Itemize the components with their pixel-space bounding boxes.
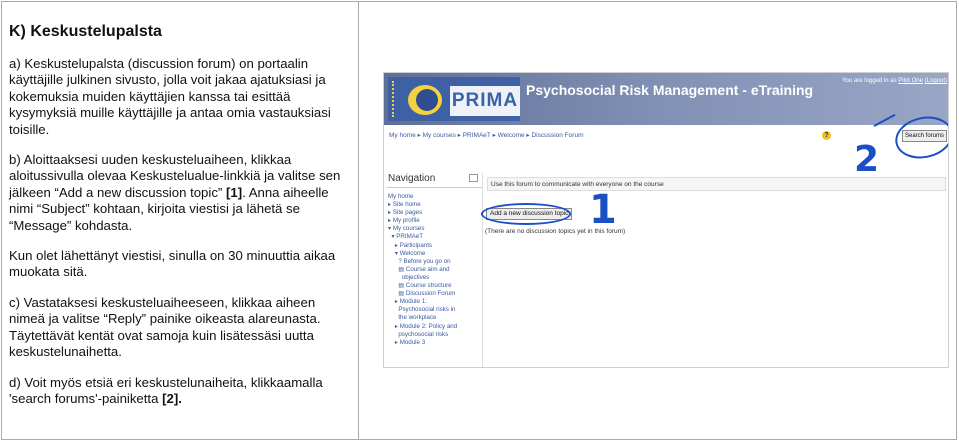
nav-item[interactable]: Psychosocial risks in — [388, 306, 482, 314]
callout-1-number: 1 — [589, 187, 617, 233]
nav-item[interactable]: ▸ My profile — [388, 217, 482, 225]
login-info: You are logged in as Pilot One (Logout) — [842, 78, 947, 84]
paragraph-a: a) Keskustelupalsta (discussion forum) o… — [9, 56, 331, 137]
navigation-tree: My home ▸ Site home ▸ Site pages ▸ My profi… — [388, 193, 482, 347]
nav-item[interactable]: psychosocial risks — [388, 331, 482, 339]
paragraph-b: b) Aloittaaksesi uuden keskusteluaiheen,… — [9, 152, 354, 234]
login-prefix: You are logged in as — [842, 78, 897, 84]
forum-intro: Use this forum to communicate with every… — [487, 177, 946, 191]
nav-item[interactable]: My home — [388, 193, 482, 201]
logout-link[interactable]: (Logout) — [925, 78, 947, 84]
nav-item[interactable]: ▾ Welcome — [388, 250, 482, 258]
eu-stars-icon — [392, 81, 401, 117]
nav-item[interactable]: objectives — [388, 274, 482, 282]
help-icon[interactable]: ? — [822, 131, 831, 140]
nav-item[interactable]: ▸ Site pages — [388, 209, 482, 217]
nav-item[interactable]: ▸ Participants — [388, 242, 482, 250]
paragraph-time: Kun olet lähettänyt viestisi, sinulla on… — [9, 248, 336, 280]
nav-item[interactable]: the workplace — [388, 314, 482, 322]
paragraph-b-ref: [1] — [225, 184, 243, 200]
no-topics-message: (There are no discussion topics yet in t… — [485, 228, 626, 235]
nav-item[interactable]: ▾ PRIMAeT — [388, 233, 482, 241]
navigation-title: Navigation — [388, 173, 436, 184]
block-collapse-icon[interactable] — [469, 174, 478, 182]
paragraph-d-ref: [2]. — [162, 390, 182, 406]
login-user-link[interactable]: Pilot One — [898, 78, 923, 84]
nav-item[interactable]: ▸ Module 1: — [388, 298, 482, 306]
prima-logo: PRIMA — [388, 77, 520, 121]
instructions-column: K) Keskustelupalsta a) Keskustelupalsta … — [9, 22, 354, 421]
navigation-divider — [386, 187, 482, 188]
section-heading: K) Keskustelupalsta — [9, 23, 162, 40]
nav-item[interactable]: ▤ Course structure — [388, 282, 482, 290]
nav-item[interactable]: ▤ Course aim and — [388, 266, 482, 274]
breadcrumb-links[interactable]: My home ▸ My courses ▸ PRIMAeT ▸ Welcome… — [389, 132, 584, 139]
logo-text: PRIMA — [450, 86, 520, 116]
nav-item[interactable]: ▤ Discussion Forum — [388, 290, 482, 298]
navigation-block: Navigation My home ▸ Site home ▸ Site page… — [386, 173, 483, 367]
nav-item[interactable]: ▸ Site home — [388, 201, 482, 209]
nav-item[interactable]: ▸ Module 3 — [388, 339, 482, 347]
site-banner: PRIMA Psychosocial Risk Management - eTr… — [384, 73, 948, 125]
column-divider — [358, 1, 359, 440]
paragraph-c: c) Vastataksesi keskusteluaiheeseen, kli… — [9, 294, 321, 360]
paragraph-d: d) Voit myös etsiä eri keskustelunaiheit… — [9, 375, 354, 408]
callout-2-number: 2 — [854, 139, 880, 180]
add-topic-highlight-ring — [481, 203, 571, 225]
nav-item[interactable]: ▾ My courses — [388, 225, 482, 233]
nav-item[interactable]: ▸ Module 2: Policy and — [388, 323, 482, 331]
nav-item[interactable]: ? Before you go on — [388, 258, 482, 266]
forum-screenshot: PRIMA Psychosocial Risk Management - eTr… — [383, 72, 949, 368]
logo-inner-circle — [416, 89, 438, 111]
site-title: Psychosocial Risk Management - eTraining — [526, 82, 814, 98]
